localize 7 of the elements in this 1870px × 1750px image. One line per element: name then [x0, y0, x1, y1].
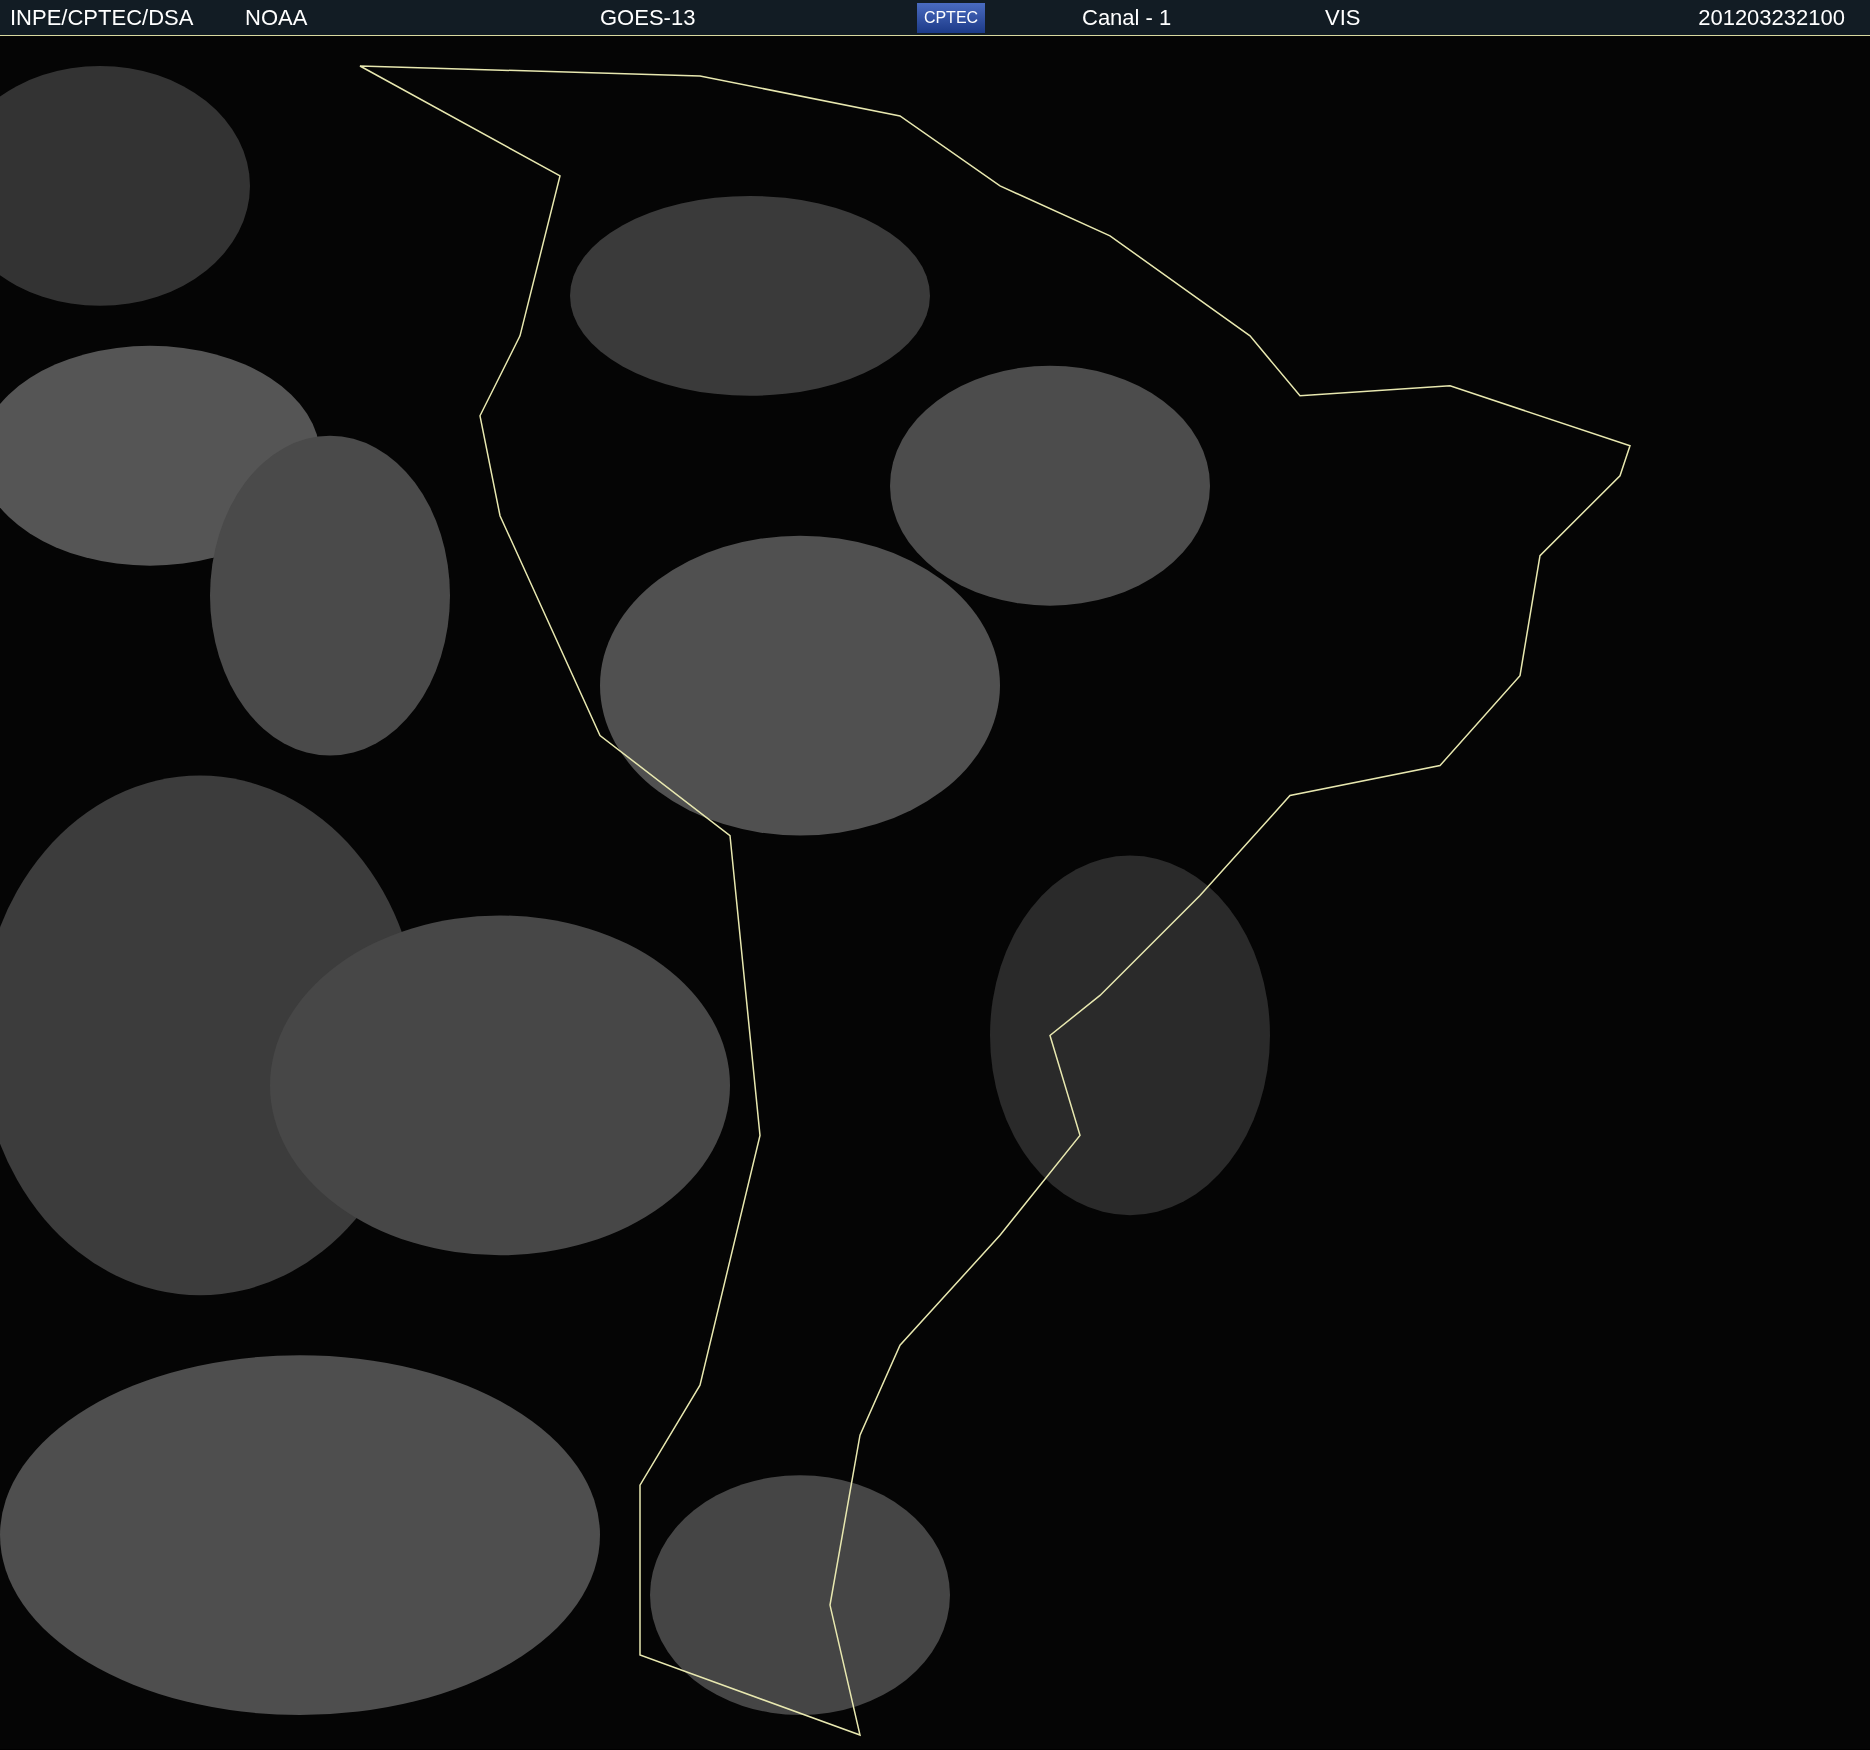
band-label: VIS — [1325, 4, 1361, 31]
timestamp: 201203232100 — [1698, 4, 1845, 31]
channel-label: Canal - 1 — [1082, 4, 1172, 31]
satellite-label: GOES-13 — [600, 4, 696, 31]
agency-label: NOAA — [245, 4, 308, 31]
logo: CPTEC — [917, 2, 985, 33]
source-label: INPE/CPTEC/DSA — [10, 4, 194, 31]
